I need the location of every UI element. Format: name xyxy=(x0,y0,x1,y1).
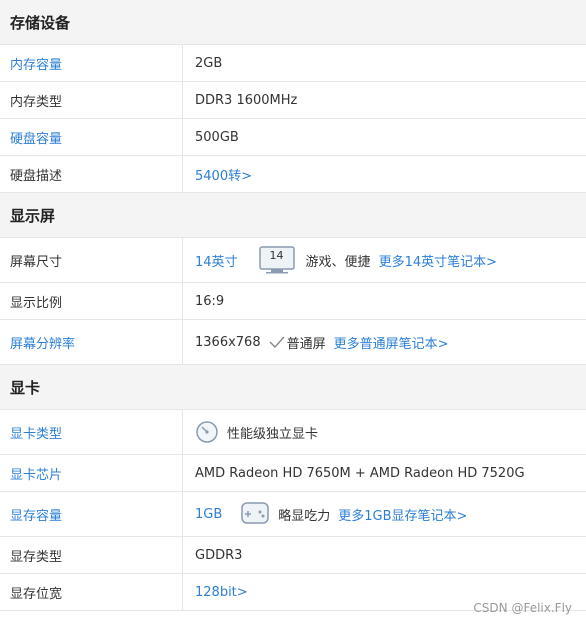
aspect-ratio-label: 显示比例 xyxy=(0,283,183,319)
gpu-chip-value: AMD Radeon HD 7650M + AMD Radeon HD 7520… xyxy=(195,465,525,481)
vram-capacity-label[interactable]: 显存容量 xyxy=(0,492,183,536)
memory-type-value: DDR3 1600MHz xyxy=(195,92,298,108)
memory-capacity-label[interactable]: 内存容量 xyxy=(0,45,183,81)
disk-speed-link[interactable]: 5400转> xyxy=(195,165,252,184)
gpu-type-value: 性能级独立显卡 xyxy=(227,426,319,442)
more-14-inch-link[interactable]: 更多14英寸笔记本> xyxy=(379,251,497,270)
spec-row-disk-description: 硬盘描述 5400转> xyxy=(0,156,586,193)
spec-row-vram-type: 显存类型 GDDR3 xyxy=(0,537,586,574)
gpu-chip-label[interactable]: 显卡芯片 xyxy=(0,455,183,491)
spec-row-gpu-chip: 显卡芯片 AMD Radeon HD 7650M + AMD Radeon HD… xyxy=(0,455,586,492)
vram-width-label: 显存位宽 xyxy=(0,574,183,610)
section-title-graphics: 显卡 xyxy=(0,365,586,410)
spec-row-screen-size: 屏幕尺寸 14英寸 14 游戏、便捷 更多14英寸笔记本> xyxy=(0,238,586,283)
spec-row-disk-capacity: 硬盘容量 500GB xyxy=(0,119,586,156)
vram-type-value: GDDR3 xyxy=(195,547,243,563)
gauge-icon xyxy=(195,420,219,444)
resolution-note: 普通屏 xyxy=(286,336,326,352)
spec-row-memory-capacity: 内存容量 2GB xyxy=(0,45,586,82)
gamepad-icon xyxy=(240,501,270,527)
screen-size-note: 游戏、便捷 xyxy=(305,254,371,270)
memory-type-label: 内存类型 xyxy=(0,82,183,118)
vram-capacity-link[interactable]: 1GB xyxy=(195,507,222,522)
monitor-size-icon: 14 xyxy=(258,245,298,275)
memory-capacity-value: 2GB xyxy=(195,55,223,71)
vram-type-label: 显存类型 xyxy=(0,537,183,573)
spec-row-vram-capacity: 显存容量 1GB 略显吃力 更多1GB显存笔记本> xyxy=(0,492,586,537)
disk-capacity-label[interactable]: 硬盘容量 xyxy=(0,119,183,155)
disk-description-label: 硬盘描述 xyxy=(0,156,183,192)
spec-row-resolution: 屏幕分辨率 1366x768 普通屏 更多普通屏笔记本> xyxy=(0,320,586,365)
gpu-type-label[interactable]: 显卡类型 xyxy=(0,410,183,454)
spec-row-aspect-ratio: 显示比例 16:9 xyxy=(0,283,586,320)
screen-size-label: 屏幕尺寸 xyxy=(0,238,183,282)
screen-size-link[interactable]: 14英寸 xyxy=(195,251,238,270)
checkmark-icon xyxy=(269,336,285,348)
disk-capacity-value: 500GB xyxy=(195,129,239,145)
more-normal-screen-link[interactable]: 更多普通屏笔记本> xyxy=(334,333,449,352)
section-title-storage: 存储设备 xyxy=(0,0,586,45)
spec-row-memory-type: 内存类型 DDR3 1600MHz xyxy=(0,82,586,119)
vram-width-link[interactable]: 128bit> xyxy=(195,585,248,600)
resolution-value: 1366x768 xyxy=(195,334,261,350)
spec-row-gpu-type: 显卡类型 性能级独立显卡 xyxy=(0,410,586,455)
watermark: CSDN @Felix.Fly xyxy=(473,601,572,615)
monitor-size-number: 14 xyxy=(269,249,284,262)
more-1gb-vram-link[interactable]: 更多1GB显存笔记本> xyxy=(338,505,467,524)
vram-capacity-note: 略显吃力 xyxy=(278,508,331,524)
aspect-ratio-value: 16:9 xyxy=(195,293,225,309)
section-title-display: 显示屏 xyxy=(0,193,586,238)
resolution-label[interactable]: 屏幕分辨率 xyxy=(0,320,183,364)
